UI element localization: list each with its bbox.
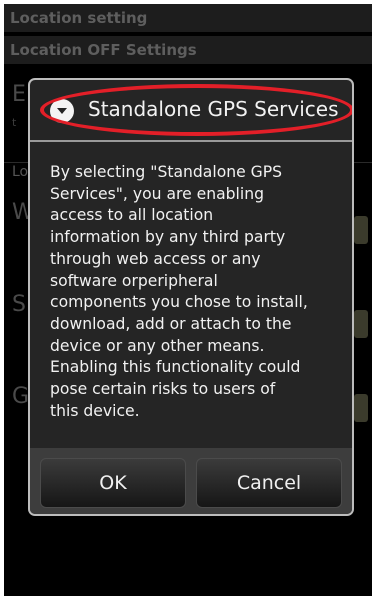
dialog-title-bar: Standalone GPS Services bbox=[30, 80, 352, 140]
cancel-button[interactable]: Cancel bbox=[196, 458, 342, 508]
ok-button[interactable]: OK bbox=[40, 458, 186, 508]
dialog-button-bar: OK Cancel bbox=[30, 448, 352, 514]
screen-title: Location setting bbox=[4, 4, 372, 32]
bg-checkbox bbox=[354, 310, 368, 338]
bg-checkbox bbox=[354, 394, 368, 422]
bg-setting-item-g: G bbox=[12, 384, 30, 409]
standalone-gps-dialog: Standalone GPS Services By selecting "St… bbox=[28, 78, 354, 516]
bg-setting-sub: t bbox=[12, 116, 17, 129]
bg-section-lo: Lo bbox=[12, 164, 29, 180]
highlight-ring bbox=[40, 84, 352, 136]
bg-checkbox bbox=[354, 216, 368, 244]
dialog-message: By selecting "Standalone GPS Services", … bbox=[50, 163, 308, 420]
section-title: Location OFF Settings bbox=[4, 36, 372, 64]
bg-setting-item-s: S bbox=[12, 292, 26, 317]
title-divider bbox=[30, 140, 352, 142]
bg-setting-item-e: E bbox=[12, 82, 26, 107]
